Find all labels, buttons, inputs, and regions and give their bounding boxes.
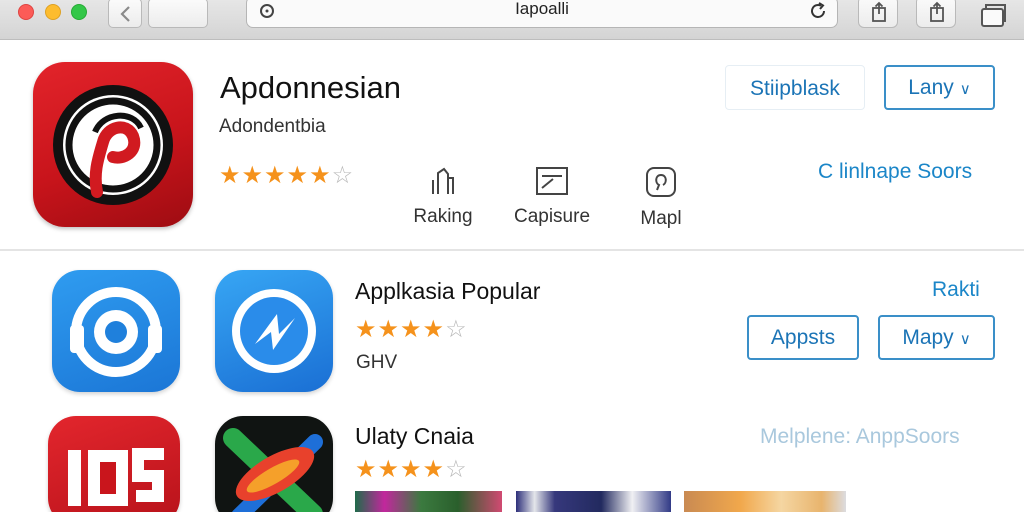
zoom-window-button[interactable] [71, 4, 87, 20]
map-icon [646, 167, 676, 197]
star-icon: ★ [219, 162, 241, 189]
forward-button[interactable] [148, 0, 208, 28]
stripblask-button[interactable]: Stiipblask [725, 65, 865, 110]
share-icon [872, 1, 886, 22]
screenshot-thumbnail[interactable] [516, 491, 671, 512]
row-title: Applkasia Popular [355, 278, 541, 304]
row-subtitle: GHV [356, 352, 398, 373]
app-icon-ios[interactable] [48, 416, 180, 512]
row-title: Ulaty Cnaia [355, 423, 474, 449]
capture-icon [536, 167, 568, 195]
screenshot-thumbnail[interactable] [684, 491, 846, 512]
lany-dropdown[interactable]: Lany ∨ [884, 65, 995, 110]
section-divider [0, 249, 1024, 251]
messenger-icon [232, 289, 316, 373]
close-window-button[interactable] [18, 4, 34, 20]
star-icon: ★ [309, 162, 331, 189]
app-title: Apdonnesian [220, 70, 401, 105]
address-bar[interactable]: Iapoalli [246, 0, 838, 28]
minimize-window-button[interactable] [45, 4, 61, 20]
ranking-icon [432, 167, 454, 194]
star-icon: ★ [377, 456, 400, 483]
stripblask-label: Stiipblask [750, 77, 840, 100]
featured-app-icon[interactable] [33, 62, 193, 227]
mapy-dropdown[interactable]: Mapy ∨ [878, 315, 995, 360]
upload-icon [930, 1, 944, 22]
star-empty-icon: ☆ [445, 456, 467, 483]
chevron-left-icon [120, 6, 130, 22]
star-icon: ★ [400, 456, 422, 483]
app-logo-icon [53, 85, 173, 205]
screenshot-thumbnail[interactable] [355, 491, 502, 512]
rakti-link[interactable]: Rakti [932, 278, 980, 302]
app-subtitle: Adondentbia [219, 116, 326, 137]
mapy-label: Mapy [902, 326, 954, 349]
appsts-button[interactable]: Appsts [747, 315, 859, 360]
featured-rating: ★ ★ ★ ★ ★ ☆ [219, 164, 353, 188]
game-logo-icon [223, 428, 323, 512]
star-icon: ★ [355, 456, 377, 483]
headphones-icon [70, 287, 162, 377]
star-icon: ★ [377, 316, 400, 343]
upload-button[interactable] [916, 0, 956, 28]
app-icon-messenger[interactable] [215, 270, 333, 392]
stat-label: Mapl [640, 208, 682, 229]
lany-label: Lany [908, 76, 954, 99]
app-icon-audio[interactable] [52, 270, 180, 392]
stat-label: Capisure [513, 206, 591, 227]
appsts-label: Appsts [770, 326, 836, 349]
tabs-overview-icon[interactable] [978, 2, 1008, 28]
row1-rating: ★ ★ ★ ★ ☆ [355, 318, 467, 342]
star-icon: ★ [400, 316, 422, 343]
ios-logo-icon [68, 448, 164, 506]
featured-link[interactable]: C linlnape Soors [818, 160, 972, 184]
star-empty-icon: ☆ [445, 316, 467, 343]
star-icon: ★ [422, 456, 445, 483]
chevron-down-icon: ∨ [959, 81, 971, 98]
star-icon: ★ [264, 162, 286, 189]
star-icon: ★ [241, 162, 264, 189]
star-icon: ★ [286, 162, 309, 189]
stat-map[interactable]: Mapl [611, 166, 711, 230]
stat-ranking[interactable]: Raking [393, 166, 493, 228]
star-icon: ★ [422, 316, 445, 343]
app-icon-game[interactable] [215, 416, 333, 512]
star-icon: ★ [355, 316, 377, 343]
star-empty-icon: ☆ [331, 162, 354, 189]
browser-toolbar: Iapoalli [0, 0, 1024, 40]
help-link[interactable]: Melplene: AnppSoors [760, 425, 960, 449]
back-button[interactable] [108, 0, 142, 28]
stat-capture[interactable]: Capisure [502, 166, 602, 228]
chevron-down-icon: ∨ [959, 331, 971, 348]
reload-icon[interactable] [807, 0, 829, 22]
url-text: Iapoalli [515, 0, 569, 18]
row2-rating: ★ ★ ★ ★ ☆ [355, 458, 467, 482]
share-button[interactable] [858, 0, 898, 28]
stat-label: Raking [413, 206, 473, 227]
